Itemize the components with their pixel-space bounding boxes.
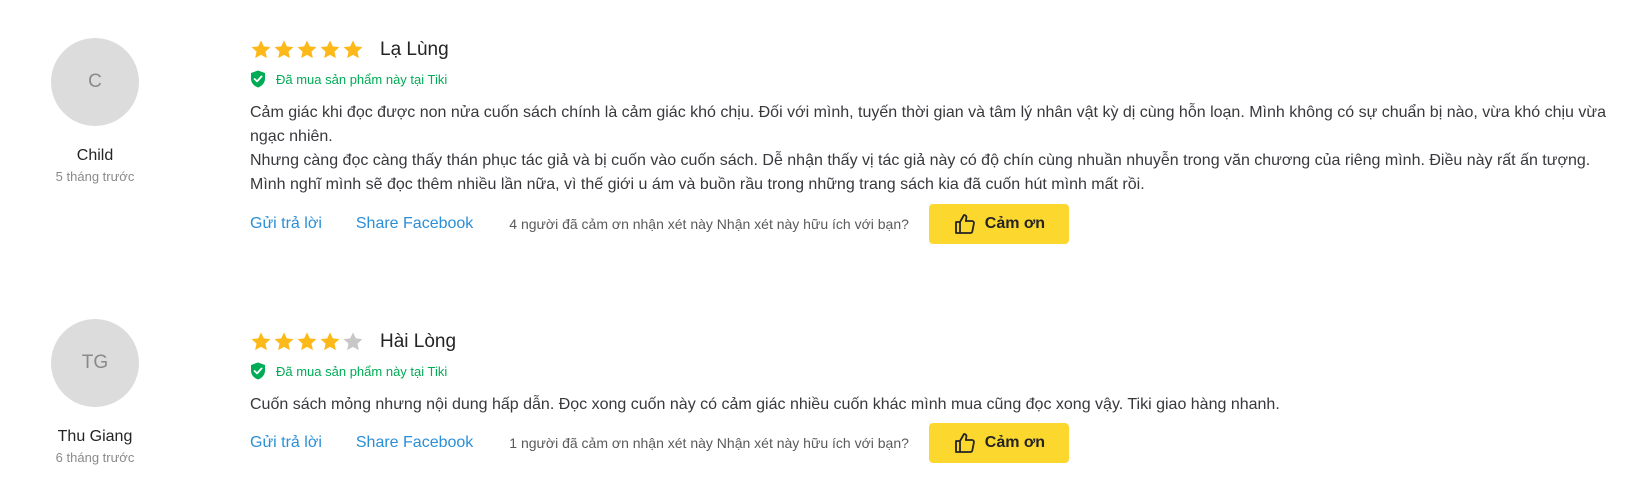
review-paragraph: Cuốn sách mỏng nhưng nội dung hấp dẫn. Đ…: [250, 396, 1280, 413]
thanks-count-text: 1 người đã cảm ơn nhận xét này Nhận xét …: [509, 435, 909, 451]
rating-stars: [250, 39, 364, 61]
thumbs-up-icon: [954, 214, 975, 234]
review-title: Hài Lòng: [380, 331, 457, 352]
review-content: Lạ Lùng Đã mua sản phẩm này tại Tiki Cảm…: [250, 38, 1610, 244]
review-header: Hài Lòng: [250, 330, 1610, 354]
star-filled-icon: [320, 40, 340, 59]
shield-check-icon: [251, 362, 265, 380]
review-actions: Gửi trả lời Share Facebook 1 người đã cả…: [250, 423, 1610, 463]
star-filled-icon: [320, 332, 340, 351]
star-filled-icon: [297, 332, 317, 351]
avatar: C: [51, 38, 139, 126]
reply-link[interactable]: Gửi trả lời: [250, 434, 322, 452]
avatar-initials: C: [88, 71, 102, 92]
review-header: Lạ Lùng: [250, 38, 1610, 62]
thanks-button-label: Cảm ơn: [984, 215, 1046, 232]
review-title: Lạ Lùng: [380, 39, 449, 60]
star-empty-icon: [343, 332, 363, 351]
shield-check-icon: [251, 70, 265, 88]
star-filled-icon: [297, 40, 317, 59]
reply-link[interactable]: Gửi trả lời: [250, 215, 322, 233]
star-filled-icon: [251, 40, 271, 59]
star-filled-icon: [274, 332, 294, 351]
review-paragraph: Nhưng càng đọc càng thấy thán phục tác g…: [250, 152, 1591, 169]
verified-text: Đã mua sản phẩm này tại Tiki: [276, 71, 448, 87]
review-paragraph: Mình nghĩ mình sẽ đọc thêm nhiều lần nữa…: [250, 176, 1145, 193]
review-content: Hài Lòng Đã mua sản phẩm này tại Tiki Cu…: [250, 330, 1610, 463]
avatar-initials: TG: [81, 352, 109, 373]
star-filled-icon: [343, 40, 363, 59]
verified-text: Đã mua sản phẩm này tại Tiki: [276, 363, 448, 379]
review-user: C Child 5 tháng trước: [25, 38, 165, 186]
review-paragraph: Cảm giác khi đọc được non nửa cuốn sách …: [250, 104, 1606, 145]
user-name: Thu Giang: [57, 428, 133, 445]
review-time: 5 tháng trước: [55, 169, 135, 184]
share-facebook-link[interactable]: Share Facebook: [356, 215, 473, 233]
review-user: TG Thu Giang 6 tháng trước: [25, 319, 165, 467]
thumbs-up-icon: [954, 433, 975, 453]
avatar: TG: [51, 319, 139, 407]
rating-stars: [250, 331, 364, 353]
thanks-button[interactable]: Cảm ơn: [928, 423, 1069, 463]
thanks-button-label: Cảm ơn: [984, 434, 1046, 451]
thanks-count-text: 4 người đã cảm ơn nhận xét này Nhận xét …: [509, 216, 909, 232]
star-filled-icon: [274, 40, 294, 59]
review-time: 6 tháng trước: [55, 450, 135, 465]
verified-purchase: Đã mua sản phẩm này tại Tiki: [250, 362, 1610, 380]
user-name: Child: [76, 147, 114, 164]
review-body: Cuốn sách mỏng nhưng nội dung hấp dẫn. Đ…: [250, 393, 1610, 417]
review-actions: Gửi trả lời Share Facebook 4 người đã cả…: [250, 204, 1610, 244]
thanks-button[interactable]: Cảm ơn: [928, 204, 1069, 244]
review-body: Cảm giác khi đọc được non nửa cuốn sách …: [250, 101, 1610, 197]
verified-purchase: Đã mua sản phẩm này tại Tiki: [250, 70, 1610, 88]
share-facebook-link[interactable]: Share Facebook: [356, 434, 473, 452]
star-filled-icon: [251, 332, 271, 351]
